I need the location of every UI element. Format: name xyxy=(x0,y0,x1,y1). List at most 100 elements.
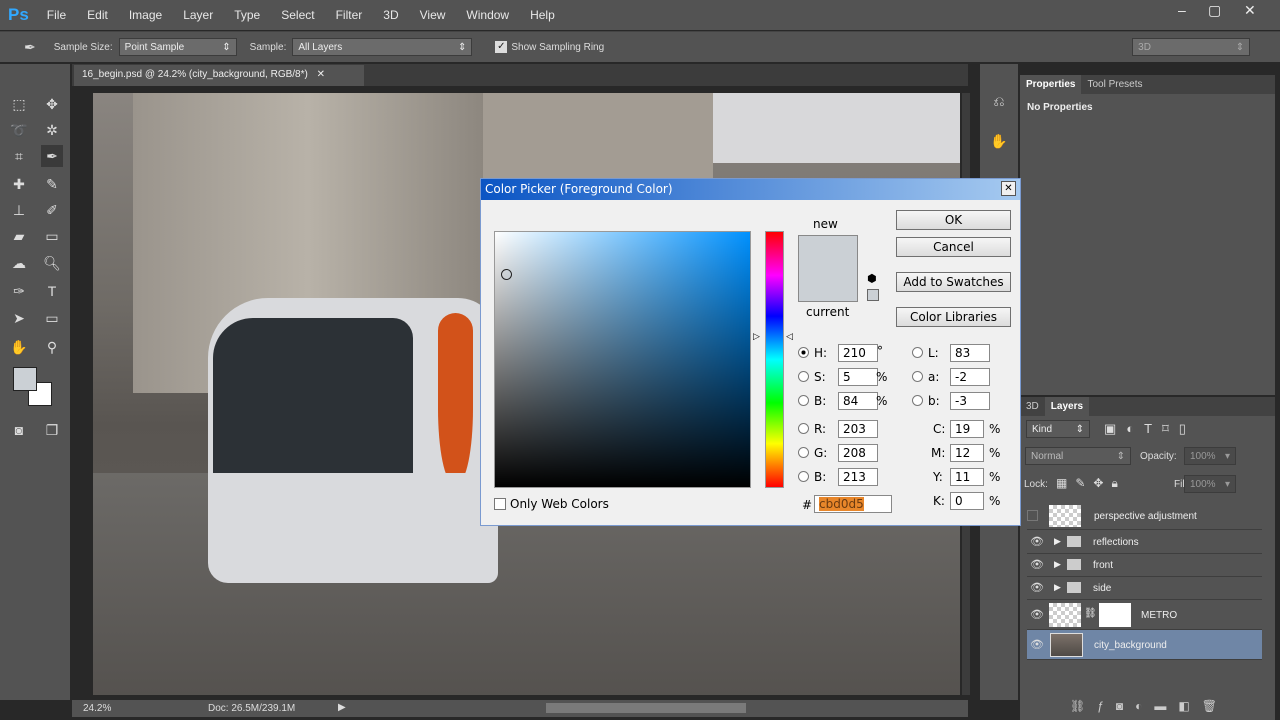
horizontal-scrollbar[interactable] xyxy=(546,703,746,713)
lock-icons[interactable]: ▦✎✥🔒︎ xyxy=(1056,476,1126,491)
link-icon[interactable]: ⛓ xyxy=(1084,608,1097,619)
only-web-colors-checkbox[interactable] xyxy=(494,498,506,510)
history-brush-icon[interactable]: ✐ xyxy=(41,199,63,221)
document-tab[interactable]: 16_begin.psd @ 24.2% (city_background, R… xyxy=(74,65,364,86)
s-input[interactable]: 5 xyxy=(838,368,878,386)
pen-tool-icon[interactable]: ✑ xyxy=(8,280,30,302)
sampling-ring-checkbox[interactable]: ✓ xyxy=(495,41,508,53)
c-input[interactable]: 19 xyxy=(950,420,984,438)
tab-3d[interactable]: 3D xyxy=(1020,397,1045,416)
radio-b[interactable] xyxy=(798,471,809,482)
menu-view[interactable]: View xyxy=(420,8,446,22)
radio-brightness[interactable] xyxy=(798,395,809,406)
quick-mask-icon[interactable]: ◙ xyxy=(8,419,30,441)
healing-brush-icon[interactable]: ✚ xyxy=(8,173,30,195)
eye-icon[interactable]: 👁︎ xyxy=(1030,638,1044,651)
gradient-tool-icon[interactable]: ▭ xyxy=(41,225,63,247)
screen-mode-icon[interactable]: ❐ xyxy=(41,419,63,441)
radio-l[interactable] xyxy=(912,347,923,358)
menu-window[interactable]: Window xyxy=(466,8,509,22)
history-panel-icon[interactable]: ⎌ xyxy=(988,90,1010,112)
expand-arrow-icon[interactable]: ▶ xyxy=(1054,559,1061,570)
menu-type[interactable]: Type xyxy=(234,8,260,22)
r-input[interactable]: 203 xyxy=(838,420,878,438)
marquee-tool-icon[interactable]: ⬚ xyxy=(8,93,30,115)
ok-button[interactable]: OK xyxy=(896,210,1011,230)
rectangle-tool-icon[interactable]: ▭ xyxy=(41,307,63,329)
menu-file[interactable]: File xyxy=(47,8,66,22)
foreground-color-swatch[interactable] xyxy=(13,367,37,391)
close-tab-icon[interactable]: ✕ xyxy=(317,69,325,80)
fill-input[interactable]: 100% ▾ xyxy=(1184,475,1236,493)
k-input[interactable]: 0 xyxy=(950,492,984,510)
color-libraries-button[interactable]: Color Libraries xyxy=(896,307,1011,327)
hue-slider-right-arrow[interactable]: ◁ xyxy=(786,332,793,342)
expand-arrow-icon[interactable]: ▶ xyxy=(1054,536,1061,547)
zoom-tool-icon[interactable]: ⚲ xyxy=(41,336,63,358)
dodge-tool-icon[interactable]: 🔍︎ xyxy=(41,252,63,274)
layer-group-row[interactable]: 👁︎ ▶ side xyxy=(1027,577,1262,600)
sample-size-select[interactable]: Point Sample ⇕ xyxy=(118,38,237,56)
color-field[interactable] xyxy=(494,231,751,488)
layer-filter-icons[interactable]: ▣◐T⌑▯ xyxy=(1104,421,1196,437)
move-tool-icon[interactable]: ✥ xyxy=(41,93,63,115)
menu-select[interactable]: Select xyxy=(281,8,314,22)
hue-slider-left-arrow[interactable]: ▷ xyxy=(753,332,760,342)
menu-edit[interactable]: Edit xyxy=(87,8,108,22)
layer-mask-thumbnail[interactable] xyxy=(1099,603,1131,627)
opacity-input[interactable]: 100% ▾ xyxy=(1184,447,1236,465)
stamp-tool-icon[interactable]: ⊥ xyxy=(8,199,30,221)
crop-tool-icon[interactable]: ⌗ xyxy=(8,145,30,167)
visibility-off-box[interactable] xyxy=(1027,510,1038,521)
zoom-level[interactable]: 24.2% xyxy=(83,703,111,714)
lasso-tool-icon[interactable]: ➰ xyxy=(8,119,30,141)
layer-group-row[interactable]: 👁︎ ▶ front xyxy=(1027,554,1262,577)
layer-row[interactable]: perspective adjustment xyxy=(1027,502,1262,530)
radio-h[interactable] xyxy=(798,347,809,358)
brightness-input[interactable]: 84 xyxy=(838,392,878,410)
status-arrow-icon[interactable]: ▶ xyxy=(338,702,346,713)
layer-row-selected[interactable]: 👁︎ city_background xyxy=(1027,630,1262,660)
radio-lab-b[interactable] xyxy=(912,395,923,406)
blend-mode-select[interactable]: Normal ⇕ xyxy=(1025,447,1131,465)
menu-image[interactable]: Image xyxy=(129,8,162,22)
a-input[interactable]: -2 xyxy=(950,368,990,386)
menu-3d[interactable]: 3D xyxy=(383,8,398,22)
add-to-swatches-button[interactable]: Add to Swatches xyxy=(896,272,1011,292)
layer-actions[interactable]: ⛓ƒ◙◐▬◧🗑︎ xyxy=(1070,699,1229,713)
maximize-icon[interactable]: ▢ xyxy=(1208,2,1221,19)
m-input[interactable]: 12 xyxy=(950,444,984,462)
l-input[interactable]: 83 xyxy=(950,344,990,362)
menu-help[interactable]: Help xyxy=(530,8,555,22)
radio-r[interactable] xyxy=(798,423,809,434)
minimize-icon[interactable]: ‒ xyxy=(1178,2,1186,18)
hex-input[interactable]: cbd0d5 xyxy=(814,495,892,513)
eye-icon[interactable]: 👁︎ xyxy=(1030,581,1044,594)
layer-group-row[interactable]: 👁︎ ▶ reflections xyxy=(1027,531,1262,554)
radio-s[interactable] xyxy=(798,371,809,382)
h-input[interactable]: 210 xyxy=(838,344,878,362)
out-of-gamut-cube-icon[interactable]: ⬢ xyxy=(867,272,877,285)
type-tool-icon[interactable]: T xyxy=(41,280,63,302)
menu-layer[interactable]: Layer xyxy=(183,8,213,22)
radio-g[interactable] xyxy=(798,447,809,458)
lab-b-input[interactable]: -3 xyxy=(950,392,990,410)
g-input[interactable]: 208 xyxy=(838,444,878,462)
hue-slider[interactable] xyxy=(765,231,784,488)
layer-row[interactable]: 👁︎ ⛓ METRO xyxy=(1027,600,1262,630)
brush-panel-icon[interactable]: ✋ xyxy=(988,130,1010,152)
sample-select[interactable]: All Layers ⇕ xyxy=(292,38,473,56)
tab-tool-presets[interactable]: Tool Presets xyxy=(1081,75,1148,94)
path-selection-icon[interactable]: ➤ xyxy=(8,307,30,329)
eyedropper-tool-icon[interactable]: ✒ xyxy=(24,39,36,56)
b-input[interactable]: 213 xyxy=(838,468,878,486)
magic-wand-tool-icon[interactable]: ✲ xyxy=(41,119,63,141)
eye-icon[interactable]: 👁︎ xyxy=(1030,535,1044,548)
eye-icon[interactable]: 👁︎ xyxy=(1030,558,1044,571)
expand-arrow-icon[interactable]: ▶ xyxy=(1054,582,1061,593)
y-input[interactable]: 11 xyxy=(950,468,984,486)
cancel-button[interactable]: Cancel xyxy=(896,237,1011,257)
radio-a[interactable] xyxy=(912,371,923,382)
close-window-icon[interactable]: ✕ xyxy=(1244,2,1256,19)
tab-layers[interactable]: Layers xyxy=(1044,397,1090,416)
